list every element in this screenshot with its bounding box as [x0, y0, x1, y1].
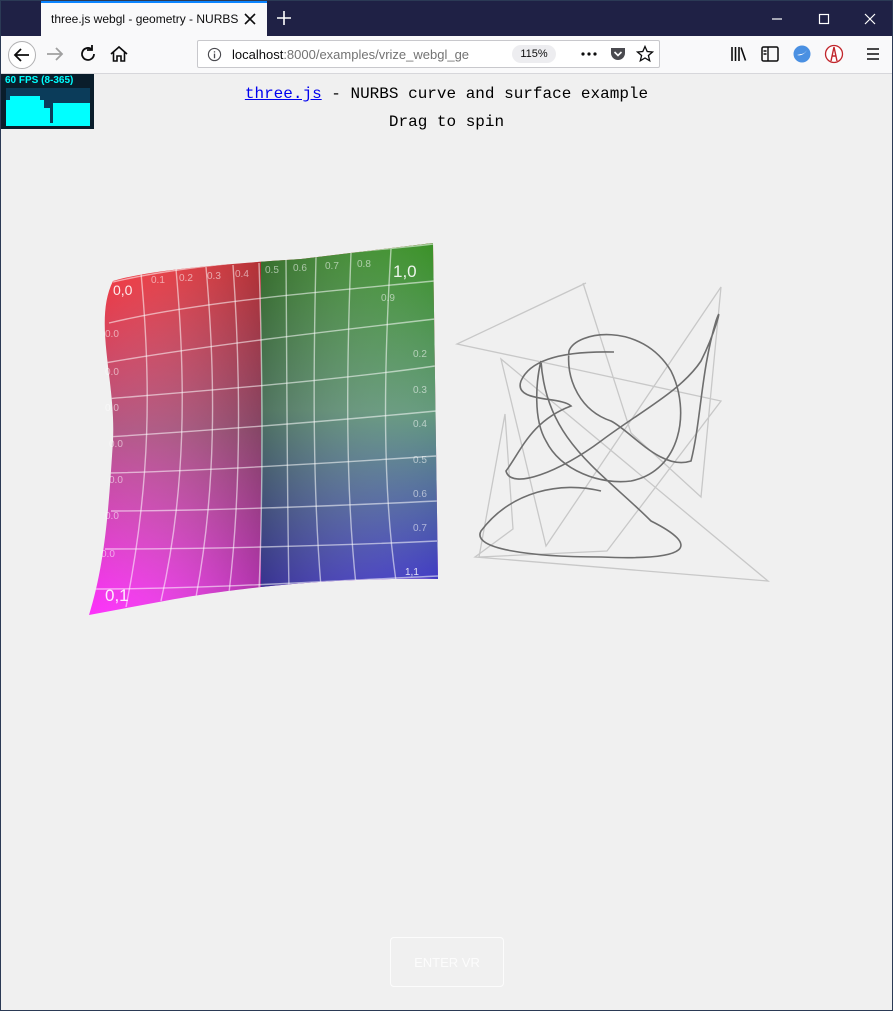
- label-top-7: 0.8: [357, 259, 371, 270]
- back-icon[interactable]: [7, 40, 37, 70]
- label-top-6: 0.7: [325, 261, 339, 272]
- label-left-2: 0.0: [105, 403, 119, 414]
- label-left-4: 0.0: [109, 475, 123, 486]
- bookmark-star-icon[interactable]: [636, 45, 654, 63]
- new-tab-icon[interactable]: [275, 9, 293, 27]
- reload-icon[interactable]: [77, 43, 99, 65]
- sidebar-icon[interactable]: [759, 43, 781, 65]
- close-tab-icon[interactable]: [243, 12, 257, 26]
- browser-window: three.js webgl - geometry - NURBS localh…: [0, 0, 893, 1011]
- zoom-indicator[interactable]: 115%: [512, 45, 556, 63]
- tab-title: three.js webgl - geometry - NURBS: [51, 12, 239, 26]
- label-top-0: 0.1: [151, 275, 165, 286]
- page-actions-icon[interactable]: [580, 46, 598, 62]
- minimize-icon[interactable]: [769, 11, 785, 27]
- extension-compass-icon[interactable]: [823, 43, 845, 65]
- enter-vr-button[interactable]: ENTER VR: [390, 937, 504, 987]
- url-bar[interactable]: localhost:8000/examples/vrize_webgl_ge 1…: [197, 40, 660, 68]
- home-icon[interactable]: [108, 43, 130, 65]
- label-top-4: 0.5: [265, 265, 279, 276]
- menu-icon[interactable]: [862, 43, 884, 65]
- label-left-1: 0.0: [105, 367, 119, 378]
- nurbs-curve: [479, 313, 720, 559]
- label-bottom-left: 0,1: [105, 586, 129, 605]
- maximize-icon[interactable]: [816, 11, 832, 27]
- label-top-left: 0,0: [113, 282, 133, 298]
- url-host: localhost: [232, 47, 284, 62]
- navigation-toolbar: localhost:8000/examples/vrize_webgl_ge 1…: [1, 36, 892, 74]
- label-left-0: 0.0: [105, 329, 119, 340]
- label-left-6: 0.0: [101, 549, 115, 560]
- label-right-3: 0.4: [413, 419, 427, 430]
- label-left-3: 0.0: [109, 439, 123, 450]
- label-top-1: 0.2: [179, 273, 193, 284]
- url-text[interactable]: localhost:8000/examples/vrize_webgl_ge: [232, 47, 478, 62]
- title-bar: three.js webgl - geometry - NURBS: [1, 1, 892, 36]
- window-close-icon[interactable]: [862, 11, 878, 27]
- label-bottom-right: 1,1: [405, 567, 419, 578]
- label-top-right: 1,0: [393, 262, 417, 281]
- library-icon[interactable]: [728, 43, 750, 65]
- label-top-2: 0.3: [207, 271, 221, 282]
- info-icon[interactable]: [207, 47, 222, 62]
- webgl-canvas[interactable]: 0,0 1,0 0,1 1,1 0.0 0.0 0.0 0.0 0.0 0.0 …: [1, 74, 892, 1010]
- label-right-5: 0.6: [413, 489, 427, 500]
- label-right-1: 0.2: [413, 349, 427, 360]
- label-right-6: 0.7: [413, 523, 427, 534]
- label-right-2: 0.3: [413, 385, 427, 396]
- label-top-5: 0.6: [293, 263, 307, 274]
- label-top-3: 0.4: [235, 269, 249, 280]
- label-left-5: 0.0: [105, 511, 119, 522]
- url-path: :8000/examples/vrize_webgl_ge: [283, 47, 470, 62]
- pocket-icon[interactable]: [609, 45, 627, 63]
- label-right-4: 0.5: [413, 455, 427, 466]
- forward-icon[interactable]: [44, 43, 66, 65]
- extension-bird-icon[interactable]: [791, 43, 813, 65]
- tab-active[interactable]: three.js webgl - geometry - NURBS: [41, 1, 267, 36]
- label-right-0: 0.9: [381, 293, 395, 304]
- page-content: 60 FPS (8-365) three.js - NURBS curve an…: [1, 74, 892, 1010]
